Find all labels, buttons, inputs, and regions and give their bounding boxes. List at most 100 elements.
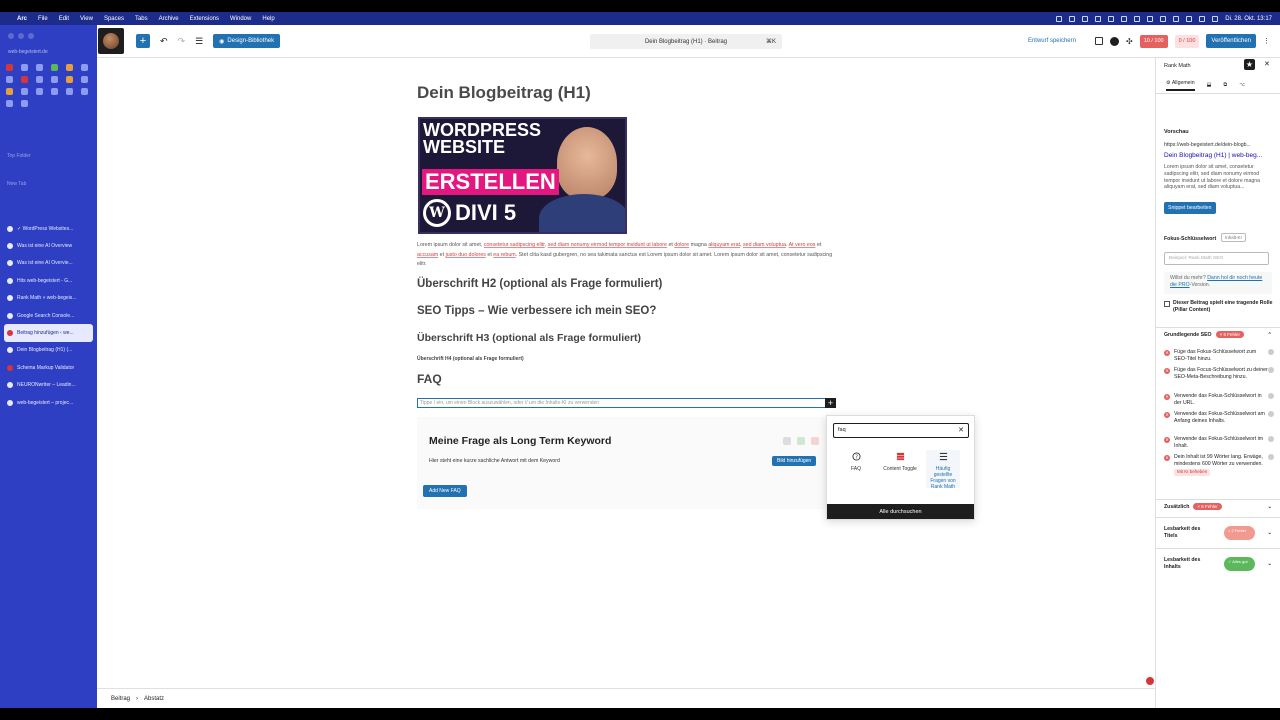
heading-h2-seo[interactable]: SEO Tipps – Wie verbessere ich mein SEO? [417,305,656,317]
help-icon[interactable] [1268,349,1274,355]
content-score-badge[interactable]: 0 / 100 [1174,34,1200,48]
clock[interactable]: Di. 28. Okt. 13:17 [1225,16,1272,22]
menu-edit[interactable]: Edit [59,16,69,22]
favorite-icon[interactable] [36,76,43,83]
document-overview-icon[interactable]: ☰ [195,36,203,47]
focus-keyword-input[interactable]: Beispiel: Rank Math SEO [1164,252,1269,265]
control-center-icon[interactable] [1212,15,1219,22]
tab-item[interactable]: ✓ WordPress Websites... [4,220,93,237]
divi-toggle-icon[interactable] [1109,36,1119,46]
faq-question[interactable]: Meine Frage als Long Term Keyword [429,435,611,447]
post-title[interactable]: Dein Blogbeitrag (H1) [417,83,591,103]
status-icon[interactable] [1056,15,1063,22]
ai-fix-button[interactable]: Mit KI beheben [1174,469,1211,476]
command-palette-title[interactable]: Dein Blogbeitrag (H1) · Beitrag ⌘K [590,34,782,49]
tab-item[interactable]: NEURONwriter – Leadin... [4,377,93,394]
heading-h2[interactable]: Überschrift H2 (optional als Frage formu… [417,278,662,290]
favorite-icon[interactable] [51,64,58,71]
menu-tabs[interactable]: Tabs [135,16,148,22]
tab-schema-icon[interactable]: ⧉ [1224,82,1228,89]
notification-badge[interactable] [1146,677,1154,685]
folder-label[interactable]: Top Folder [7,153,31,159]
edit-snippet-button[interactable]: Snippet bearbeiten [1164,202,1216,214]
window-close-icon[interactable] [8,33,14,39]
block-result-faq[interactable]: ? FAQ [839,452,873,472]
new-tab-label[interactable]: New Tab [7,181,26,187]
design-library-button[interactable]: ◉ Design-Bibliothek [213,34,281,48]
favorite-icon[interactable] [21,76,28,83]
favorite-icon[interactable] [36,64,43,71]
favorite-icon[interactable] [21,64,28,71]
favorite-icon[interactable] [51,76,58,83]
tab-advanced-icon[interactable]: ⌥ [1239,82,1245,88]
favorite-icon[interactable] [21,100,28,107]
tab-item[interactable]: Was ist eine AI Overvie... [4,255,93,272]
title-readability-section[interactable]: Lesbarkeit des Titels × 2 Fehler ⌄ [1156,517,1280,547]
window-minimize-icon[interactable] [18,33,24,39]
status-icon[interactable] [1108,15,1115,22]
content-ai-button[interactable]: Inhalt-KI [1221,233,1246,242]
seo-score-badge[interactable]: 10 / 100 [1139,34,1168,48]
menu-file[interactable]: File [38,16,48,22]
undo-icon[interactable]: ↶ [160,36,168,47]
tab-item[interactable]: Hits web-begeistert - G... [4,272,93,289]
heading-h3[interactable]: Überschrift H3 (optional als Frage formu… [417,332,641,344]
help-icon[interactable] [1268,393,1274,399]
empty-paragraph-block[interactable]: Tippe / ein, um einen Block auszuwählen,… [417,398,827,408]
basic-seo-section[interactable]: Grundlegende SEO × 6 Fehler ⌃ [1156,327,1280,341]
site-icon[interactable] [98,28,124,54]
menu-view[interactable]: View [80,16,93,22]
block-search-input[interactable]: faq ✕ [833,423,969,438]
favorite-icon[interactable] [66,76,73,83]
help-icon[interactable] [1268,411,1274,417]
tab-item[interactable]: Google Search Console... [4,307,93,324]
favorite-icon[interactable] [21,88,28,95]
window-zoom-icon[interactable] [28,33,34,39]
status-icon[interactable] [1121,15,1128,22]
faq-answer[interactable]: Hier steht eine kurze sachliche Antwort … [429,458,560,464]
more-options-icon[interactable]: ⋮ [1263,37,1270,45]
menu-arc[interactable]: Arc [17,16,27,22]
search-icon[interactable] [1199,15,1206,22]
content-readability-section[interactable]: Lesbarkeit des Inhalts ✓ Alles gut ⌄ [1156,548,1280,578]
favorite-icon[interactable] [81,76,88,83]
breadcrumb-item[interactable]: Beitrag [111,696,130,702]
tab-general[interactable]: ⚙ Allgemein [1166,80,1195,91]
menu-spaces[interactable]: Spaces [104,16,124,22]
menu-help[interactable]: Help [262,16,274,22]
add-faq-button[interactable]: Add New FAQ [423,485,467,497]
preview-icon[interactable] [1094,37,1103,45]
star-icon[interactable]: ★ [1244,59,1255,70]
favorite-icon[interactable] [6,76,13,83]
favorite-icon[interactable] [81,88,88,95]
favorite-icon[interactable] [66,88,73,95]
featured-image[interactable]: WORDPRESS WEBSITE ERSTELLEN W DIVI 5 [418,117,627,234]
tab-item[interactable]: Dein Blogbeitrag (H1) (... [4,342,93,359]
settings-icon[interactable] [783,437,791,445]
add-image-button[interactable]: Bild hinzufügen [772,456,817,466]
status-icon[interactable] [1095,15,1102,22]
tab-social-icon[interactable]: ⬓ [1207,82,1212,88]
publish-button[interactable]: Veröffentlichen [1206,34,1256,48]
save-draft-button[interactable]: Entwurf speichern [1028,38,1076,44]
trash-icon[interactable] [811,437,819,445]
menu-extensions[interactable]: Extensions [190,16,219,22]
status-icon[interactable] [1069,15,1076,22]
browse-all-button[interactable]: Alle durchsuchen [827,504,974,519]
tab-item[interactable]: web-begeistert – projec... [4,394,93,411]
help-icon[interactable] [1268,367,1274,373]
favorite-icon[interactable] [81,64,88,71]
block-inserter-toggle[interactable]: + [136,34,150,48]
status-icon[interactable] [1147,15,1154,22]
tab-item-active[interactable]: Beitrag hinzufügen ‹ we... [4,324,93,342]
tab-item[interactable]: Was ist eine AI Overview [4,237,93,254]
arc-url-bar[interactable]: web-begeistert.de [8,49,48,55]
visibility-icon[interactable] [797,437,805,445]
heading-h4[interactable]: Überschrift H4 (optional als Frage formu… [417,356,524,362]
checkbox[interactable] [1164,301,1170,307]
wifi-icon[interactable] [1186,15,1193,22]
help-icon[interactable] [1268,436,1274,442]
menu-window[interactable]: Window [230,16,251,22]
menu-archive[interactable]: Archive [159,16,179,22]
close-icon[interactable]: ✕ [1264,60,1270,68]
